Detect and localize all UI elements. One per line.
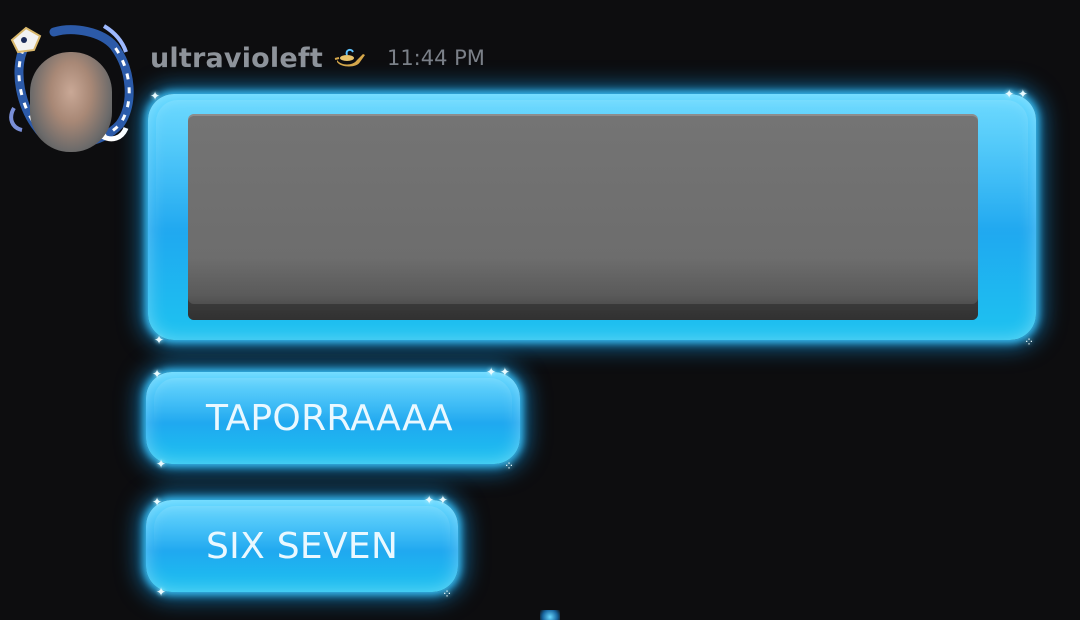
sparkle-icon: ✦ [150, 89, 161, 103]
image-attachment-bubble[interactable]: ✦ ✦ ✦ ✦ ⁘ [148, 88, 1036, 348]
username[interactable]: ultravioleft [150, 43, 323, 74]
sparkle-icon: ✦ [156, 585, 167, 599]
attached-image[interactable] [188, 114, 978, 320]
sparkle-icon: ✦ [154, 333, 165, 347]
message-header: ultravioleft 11:44 PM [150, 38, 485, 78]
user-avatar[interactable] [4, 18, 136, 152]
sparkle-icon: ✦ ✦ [424, 493, 448, 507]
message-timestamp: 11:44 PM [386, 46, 485, 70]
sparkle-icon: ⁘ [441, 587, 452, 601]
avatar-photo [30, 52, 112, 152]
chat-message-view: ultravioleft 11:44 PM ✦ ✦ ✦ ✦ ⁘ ✦ ✦ ✦ ✦ … [0, 0, 1080, 620]
next-bubble-sparkle-icon [540, 610, 560, 620]
sparkle-icon: ✦ ✦ [1004, 87, 1028, 101]
sparkle-icon: ✦ [152, 367, 163, 381]
message-bubble[interactable]: ✦ ✦ ✦ ✦ ⁘ TAPORRAAAA [146, 366, 520, 472]
message-text: SIX SEVEN [206, 525, 399, 567]
sparkle-icon: ⁘ [1023, 335, 1034, 349]
sparkle-icon: ✦ ✦ [486, 365, 510, 379]
sparkle-icon: ⁘ [503, 459, 514, 473]
sparkle-icon: ✦ [152, 495, 163, 509]
sparkle-icon: ✦ [156, 457, 167, 471]
magic-lamp-icon[interactable] [333, 46, 367, 70]
message-text: TAPORRAAAA [206, 397, 453, 439]
message-bubble[interactable]: ✦ ✦ ✦ ✦ ⁘ SIX SEVEN [146, 494, 458, 600]
